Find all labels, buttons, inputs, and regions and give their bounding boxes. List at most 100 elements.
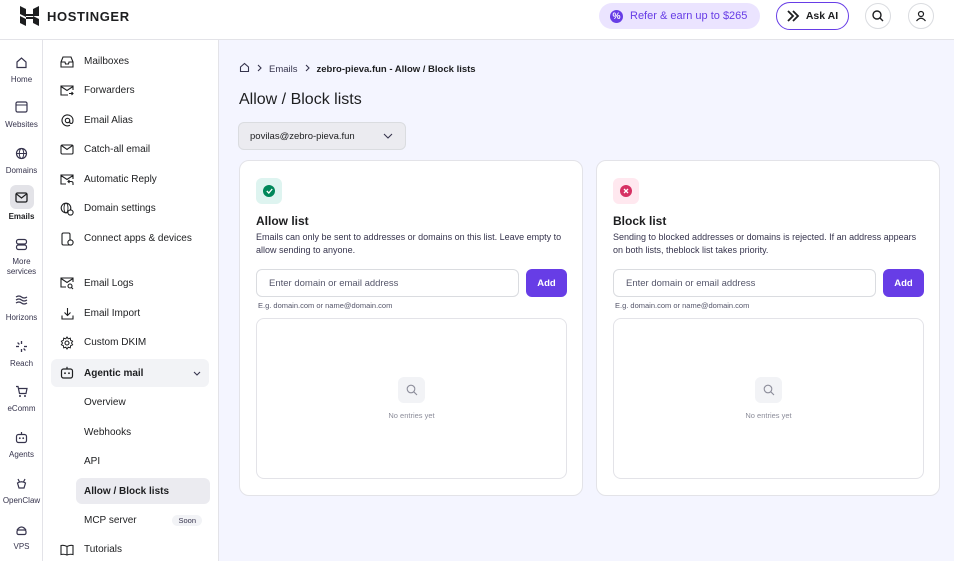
block-list-description: Sending to blocked addresses or domains … (613, 232, 917, 255)
ask-ai-button[interactable]: Ask AI (776, 2, 849, 30)
forward-mail-icon (59, 83, 75, 98)
sidebar-item-label: Custom DKIM (84, 337, 147, 348)
primary-nav: Home Websites Domains Emails More servic… (0, 40, 43, 561)
rail-label: Emails (8, 212, 35, 221)
rail-item-horizons[interactable]: Horizons (0, 290, 43, 323)
chevron-down-icon (193, 366, 201, 381)
rail-label: OpenClaw (2, 496, 41, 505)
cart-icon (10, 381, 34, 401)
block-list-title: Block list (613, 214, 667, 228)
chevron-right-icon (257, 64, 262, 75)
globe-icon (10, 143, 34, 163)
sidebar-item-label: Forwarders (84, 85, 135, 96)
sidebar-item-catch-all[interactable]: Catch-all email (51, 142, 209, 157)
sidebar-item-mailboxes[interactable]: Mailboxes (51, 54, 209, 69)
sidebar-item-domain-settings[interactable]: Domain settings (51, 201, 209, 216)
book-icon (59, 542, 75, 557)
allow-input[interactable]: Enter domain or email address (256, 269, 519, 297)
block-add-button[interactable]: Add (883, 269, 924, 297)
sidebar-subitem-webhooks[interactable]: Webhooks (76, 419, 210, 445)
allow-empty-text: No entries yet (388, 411, 435, 420)
rail-item-home[interactable]: Home (0, 52, 43, 85)
block-empty-text: No entries yet (745, 411, 792, 420)
hostinger-logo[interactable]: HOSTINGER (20, 6, 130, 26)
allow-add-button[interactable]: Add (526, 269, 567, 297)
soon-badge: Soon (172, 514, 202, 526)
sidebar-subitem-mcp-server[interactable]: MCP server Soon (76, 507, 210, 533)
percent-icon: % (610, 9, 623, 23)
allow-list-description: Emails can only be sent to addresses or … (256, 232, 562, 255)
search-button[interactable] (865, 3, 891, 29)
search-icon (398, 377, 425, 403)
close-icon (620, 185, 632, 197)
home-icon[interactable] (239, 62, 250, 76)
block-entries-list: No entries yet (613, 318, 924, 479)
search-icon (872, 10, 884, 22)
horizons-icon (10, 290, 34, 310)
sidebar-item-label: Tutorials (84, 544, 122, 555)
sidebar-item-automatic-reply[interactable]: Automatic Reply (51, 172, 209, 187)
chevron-down-icon (383, 131, 393, 142)
rail-item-reach[interactable]: Reach (0, 336, 43, 369)
rail-label: Reach (9, 359, 34, 368)
breadcrumb: Emails zebro-pieva.fun - Allow / Block l… (239, 62, 476, 76)
refer-earn-button[interactable]: % Refer & earn up to $265 (599, 3, 760, 29)
account-button[interactable] (908, 3, 934, 29)
sidebar-subitem-allow-block-lists[interactable]: Allow / Block lists (76, 478, 210, 504)
rail-item-emails[interactable]: Emails (0, 185, 43, 222)
sidebar-item-forwarders[interactable]: Forwarders (51, 83, 209, 98)
claw-icon (10, 473, 34, 493)
rail-label: Horizons (5, 313, 38, 322)
sidebar-subitem-label: API (84, 455, 101, 467)
page-title: Allow / Block lists (239, 91, 362, 108)
envelope-icon (59, 142, 75, 157)
rail-item-agents[interactable]: Agents (0, 427, 43, 460)
server-icon (10, 234, 34, 254)
sidebar-item-label: Mailboxes (84, 56, 130, 67)
mail-search-icon (59, 276, 75, 291)
rail-label: Domains (5, 166, 38, 175)
chevron-right-icon (305, 64, 310, 75)
sidebar-item-email-logs[interactable]: Email Logs (51, 276, 209, 291)
robot-mail-icon (59, 366, 75, 381)
refer-label: Refer & earn up to $265 (630, 10, 748, 22)
sidebar-item-email-alias[interactable]: Email Alias (51, 113, 209, 128)
breadcrumb-emails[interactable]: Emails (269, 64, 298, 75)
mailbox-select[interactable]: povilas@zebro-pieva.fun (238, 122, 406, 150)
rail-item-websites[interactable]: Websites (0, 97, 43, 130)
block-hint: E.g. domain.com or name@domain.com (615, 301, 750, 310)
sparkle-icon (787, 10, 800, 22)
sidebar-item-tutorials[interactable]: Tutorials (51, 542, 209, 557)
sidebar-item-label: Catch-all email (84, 144, 151, 155)
sidebar-item-label: Domain settings (84, 203, 156, 214)
block-list-card: Block list Sending to blocked addresses … (596, 160, 940, 496)
user-icon (916, 10, 926, 22)
sidebar-item-connect-apps[interactable]: Connect apps & devices (51, 231, 201, 246)
reply-icon (59, 172, 75, 187)
rail-item-vps[interactable]: VPS (0, 519, 43, 552)
brand-name: HOSTINGER (47, 8, 130, 24)
hostinger-logo-icon (20, 6, 39, 26)
sidebar-subitem-api[interactable]: API (76, 448, 210, 474)
allow-list-card: Allow list Emails can only be sent to ad… (239, 160, 583, 496)
block-status-badge (613, 178, 639, 204)
vps-icon (10, 519, 34, 539)
rail-item-domains[interactable]: Domains (0, 143, 43, 176)
sidebar-subitem-overview[interactable]: Overview (76, 389, 210, 415)
rail-label: Home (10, 75, 33, 84)
search-icon (755, 377, 782, 403)
sidebar-item-label: Email Logs (84, 278, 134, 289)
rail-item-ecomm[interactable]: eComm (0, 381, 43, 414)
email-sidebar: Mailboxes Forwarders Email Alias Catch-a… (43, 40, 219, 561)
sidebar-item-label: Email Alias (84, 115, 133, 126)
rail-item-openclaw[interactable]: OpenClaw (0, 473, 43, 506)
rail-label: More services (6, 257, 37, 276)
rail-item-more-services[interactable]: More services (0, 234, 43, 277)
sidebar-group-agentic-mail[interactable]: Agentic mail (51, 359, 209, 387)
sidebar-item-custom-dkim[interactable]: Custom DKIM (51, 335, 209, 350)
block-input[interactable]: Enter domain or email address (613, 269, 876, 297)
reach-icon (10, 336, 34, 356)
sidebar-item-label: Automatic Reply (84, 174, 157, 185)
rail-label: VPS (13, 542, 30, 551)
sidebar-item-email-import[interactable]: Email Import (51, 306, 209, 321)
